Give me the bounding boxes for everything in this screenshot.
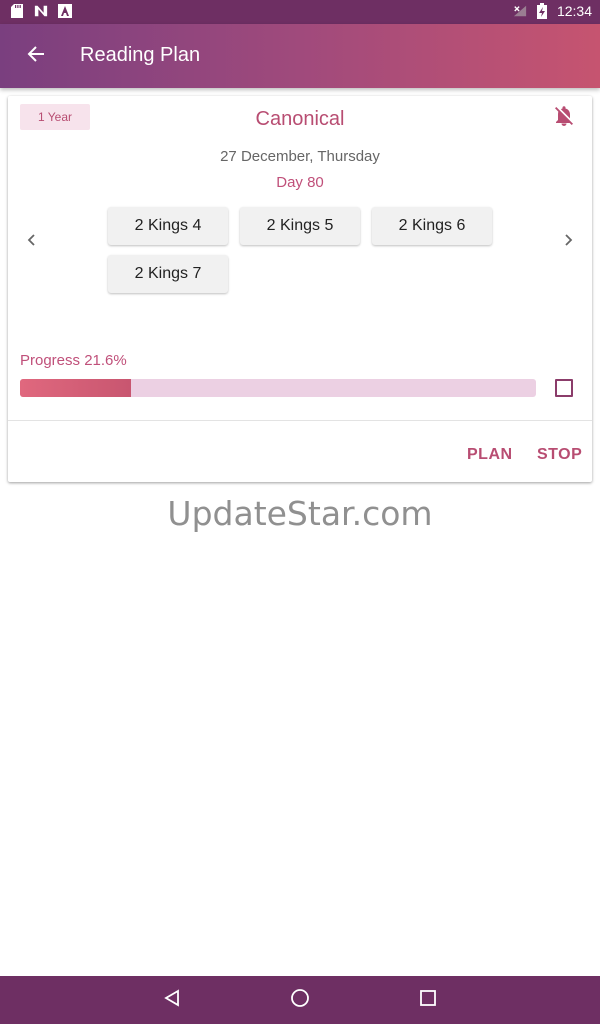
arrow-left-icon (27, 45, 45, 68)
nav-home-button[interactable] (288, 988, 312, 1012)
n-app-icon (34, 4, 48, 18)
circle-home-icon (290, 988, 310, 1013)
battery-charging-icon (535, 3, 549, 19)
day-complete-checkbox[interactable] (555, 379, 573, 397)
reading-plan-card: 1 Year Canonical 27 December, Thursday D… (8, 96, 592, 482)
plan-title: Canonical (255, 108, 345, 130)
page-title: Reading Plan (80, 44, 201, 66)
status-bar: 12:34 (0, 0, 600, 24)
square-recents-icon (419, 989, 437, 1012)
status-time: 12:34 (556, 3, 592, 19)
app-bar: Reading Plan (0, 24, 600, 88)
reading-chip[interactable]: 2 Kings 7 (108, 255, 228, 293)
no-signal-icon (513, 4, 527, 18)
plan-day: Day 80 (276, 174, 324, 191)
nav-back-button[interactable] (160, 988, 184, 1012)
chevron-left-icon (26, 233, 38, 251)
chevron-right-icon (562, 233, 574, 251)
system-nav-bar (0, 976, 600, 1024)
bell-off-icon (552, 104, 576, 133)
plan-button[interactable]: PLAN (467, 446, 513, 464)
reading-chip[interactable]: 2 Kings 4 (108, 207, 228, 245)
progress-bar-fill (20, 379, 132, 397)
triangle-back-icon (163, 988, 181, 1012)
reading-chip[interactable]: 2 Kings 5 (240, 207, 360, 245)
progress-bar (20, 379, 536, 397)
progress-label: Progress 21.6% (20, 352, 127, 369)
next-day-button[interactable] (556, 230, 580, 254)
sd-card-icon (10, 4, 24, 18)
back-button[interactable] (20, 40, 52, 72)
reading-chip[interactable]: 2 Kings 6 (372, 207, 492, 245)
card-divider (8, 420, 592, 421)
nav-recents-button[interactable] (416, 988, 440, 1012)
previous-day-button[interactable] (20, 230, 44, 254)
watermark-text: UpdateStar.com (167, 494, 433, 533)
a-app-icon (58, 4, 72, 18)
notification-toggle-button[interactable] (550, 104, 578, 132)
stop-button[interactable]: STOP (537, 446, 582, 464)
plan-date: 27 December, Thursday (220, 148, 380, 165)
